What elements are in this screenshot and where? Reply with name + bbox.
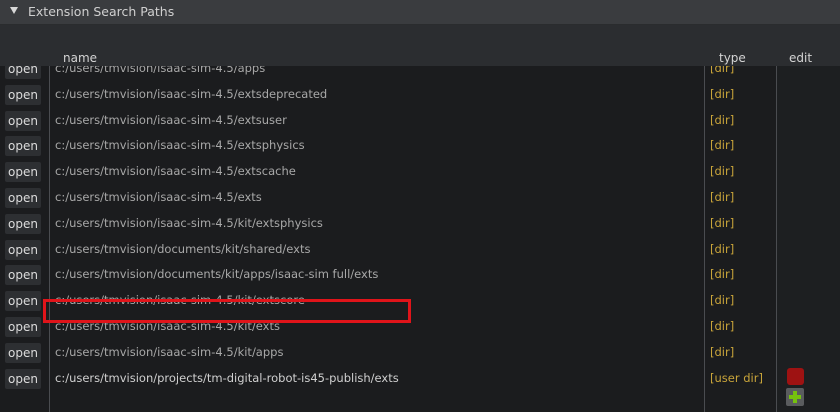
extension-search-paths-panel: Extension Search Paths name type edit op… [0,0,840,412]
path-type: [dir] [710,66,735,75]
section-header[interactable]: Extension Search Paths [0,0,840,25]
column-header-type[interactable]: type [719,51,746,65]
path-text: c:/users/tmvision/documents/kit/apps/isa… [55,267,379,282]
path-type: [dir] [710,319,735,333]
open-button[interactable]: open [5,188,41,208]
open-button[interactable]: open [5,66,41,79]
path-text: c:/users/tmvision/documents/kit/shared/e… [55,241,311,256]
column-header-bar [0,25,840,67]
path-row[interactable]: open c:/users/tmvision/isaac-sim-4.5/kit/… [0,211,776,237]
path-type: [dir] [710,344,735,359]
section-title: Extension Search Paths [28,4,175,19]
collapse-triangle-icon[interactable] [10,7,18,14]
search-paths-list: open c:/users/tmvision/isaac-sim-4.5/apps… [0,66,840,412]
path-type: [dir] [710,215,735,230]
path-row[interactable]: open c:/users/tmvision/isaac-sim-4.5/exts… [0,159,776,185]
open-button[interactable]: open [5,291,41,312]
path-type: [dir] [710,86,735,101]
path-type: [dir] [710,112,735,127]
path-type: [dir] [710,138,735,153]
path-text: c:/users/tmvision/isaac-sim-4.5/exts [55,190,262,204]
path-row[interactable]: open c:/users/tmvision/isaac-sim-4.5/exts… [0,108,776,134]
add-path-button[interactable] [786,388,804,406]
column-divider [776,66,777,412]
path-row[interactable]: open c:/users/tmvision/documents/kit/shar… [0,237,776,263]
open-button[interactable]: open [5,136,41,157]
column-header-edit: edit [789,51,813,65]
open-button[interactable]: open [5,317,41,337]
path-type: [dir] [710,241,735,256]
path-text: c:/users/tmvision/isaac-sim-4.5/kit/exts… [55,215,323,230]
path-row[interactable]: open c:/users/tmvision/documents/kit/apps… [0,262,776,288]
open-button[interactable]: open [5,342,41,363]
path-row[interactable]: open c:/users/tmvision/projects/tm-digita… [0,366,776,392]
open-button[interactable]: open [5,213,41,234]
path-row[interactable]: open c:/users/tmvision/isaac-sim-4.5/exts… [0,185,776,211]
open-button[interactable]: open [5,84,41,105]
path-type: [dir] [710,164,735,179]
edit-column [776,66,840,412]
open-button[interactable]: open [5,368,41,389]
column-header-name[interactable]: name [63,51,97,65]
path-text: c:/users/tmvision/isaac-sim-4.5/extsuser [55,112,287,127]
open-button[interactable]: open [5,162,41,183]
path-row[interactable]: open c:/users/tmvision/isaac-sim-4.5/kit/… [0,340,776,366]
path-row[interactable]: open c:/users/tmvision/isaac-sim-4.5/exts… [0,82,776,108]
path-type: [dir] [710,267,735,282]
path-type: [dir] [710,190,735,204]
path-text: c:/users/tmvision/projects/tm-digital-ro… [55,370,399,385]
path-type: [user dir] [710,370,763,385]
path-text: c:/users/tmvision/isaac-sim-4.5/extsdepr… [55,86,328,101]
remove-path-button[interactable] [787,368,804,385]
path-row[interactable]: open c:/users/tmvision/isaac-sim-4.5/exts… [0,133,776,159]
open-button[interactable]: open [5,110,41,131]
path-type: [dir] [710,293,735,308]
path-text: c:/users/tmvision/isaac-sim-4.5/kit/apps [55,344,284,359]
open-button[interactable]: open [5,239,41,260]
highlight-annotation-box [43,299,411,323]
path-text: c:/users/tmvision/isaac-sim-4.5/apps [55,66,266,75]
path-text: c:/users/tmvision/isaac-sim-4.5/extscach… [55,164,296,179]
open-button[interactable]: open [5,265,41,286]
path-row[interactable]: open c:/users/tmvision/isaac-sim-4.5/apps… [0,66,776,82]
path-text: c:/users/tmvision/isaac-sim-4.5/extsphys… [55,138,305,153]
